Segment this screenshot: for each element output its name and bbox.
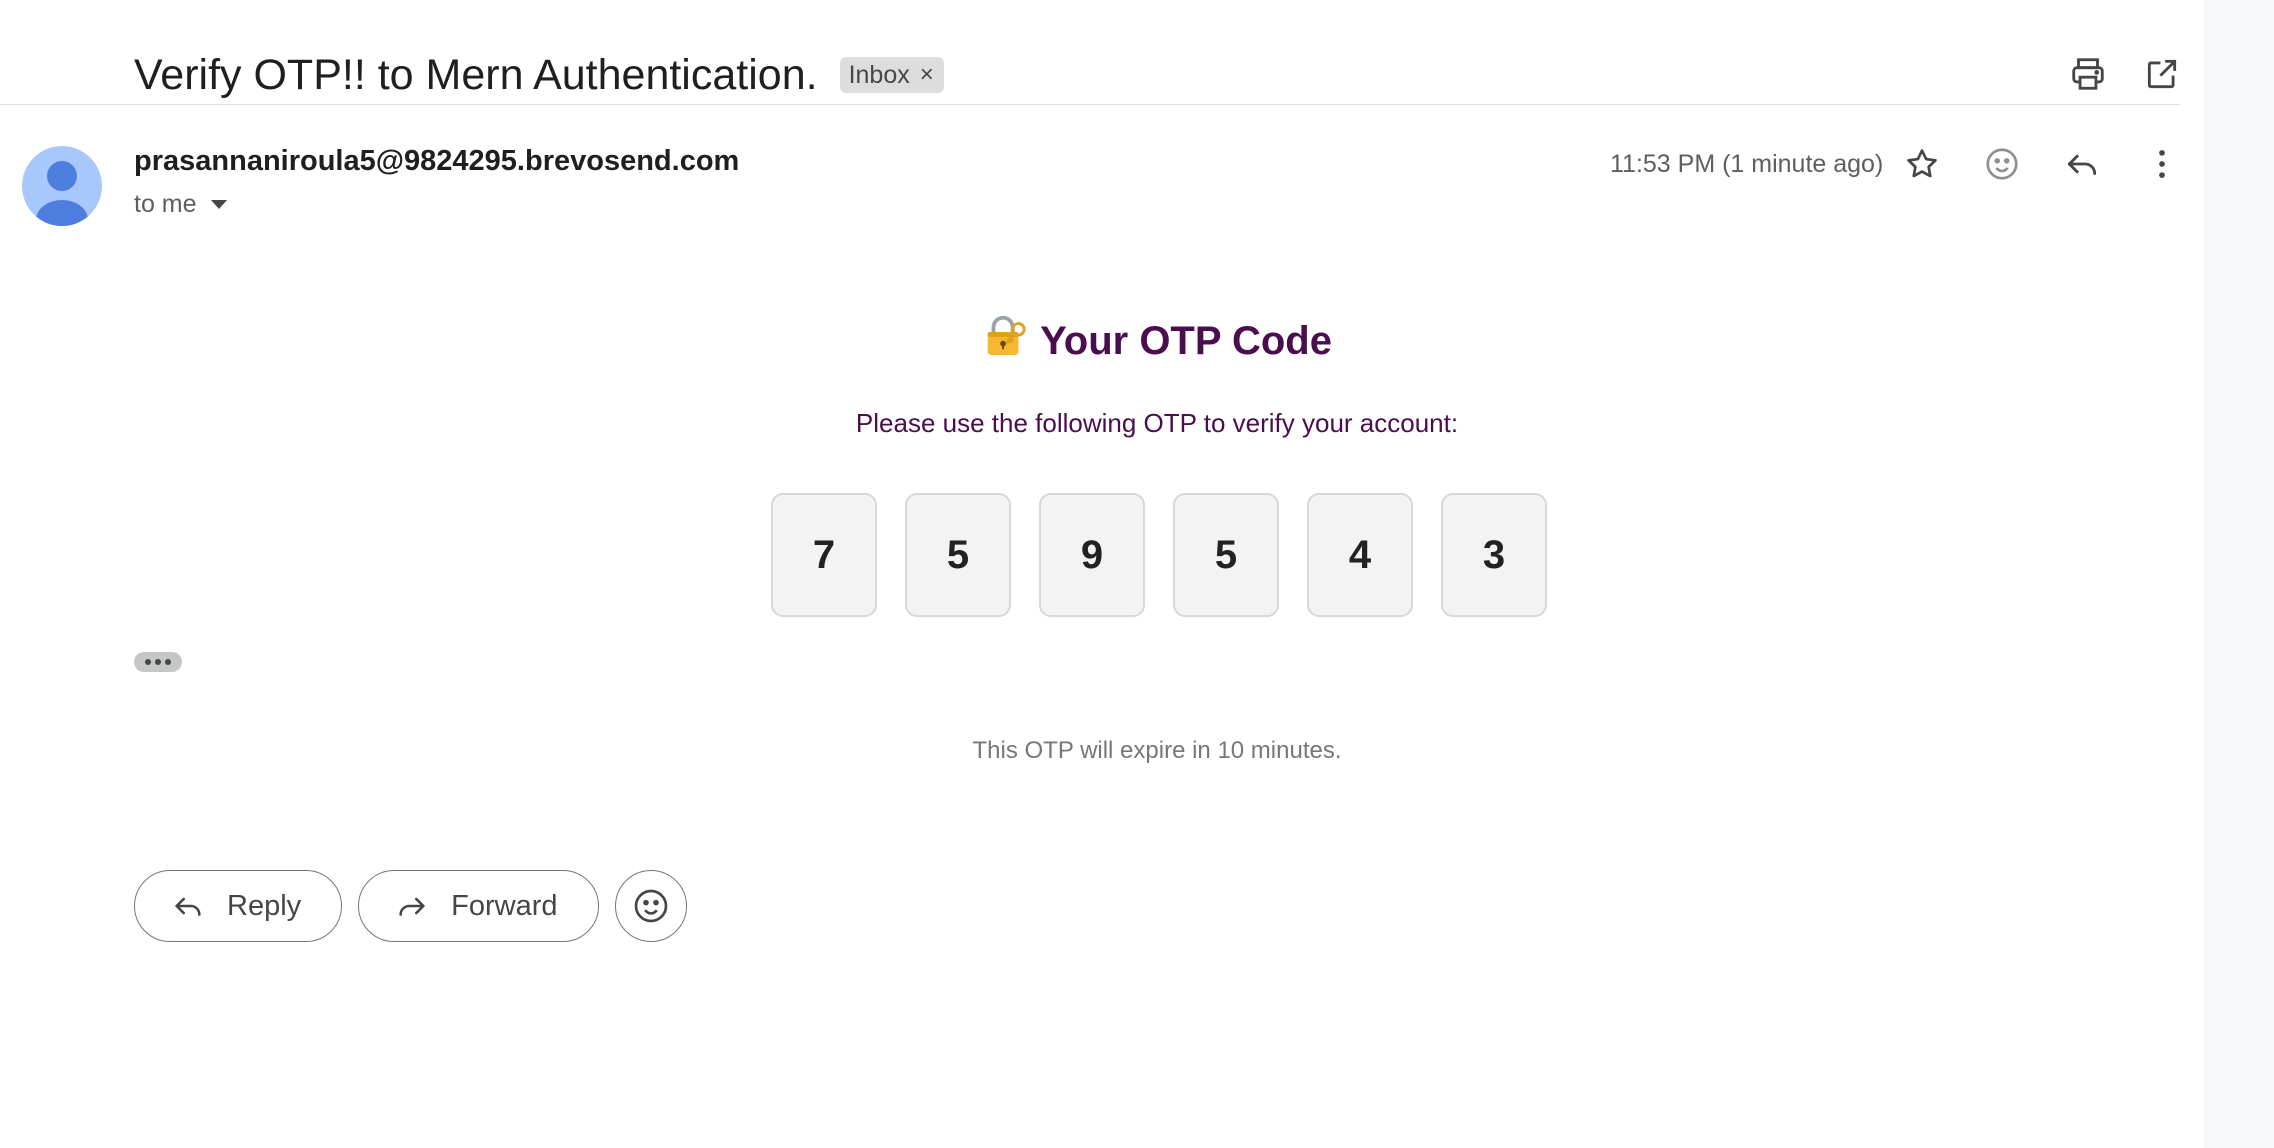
open-in-new-window-icon[interactable]	[2140, 52, 2184, 96]
label-chip-text: Inbox	[848, 60, 910, 89]
otp-digit: 9	[1039, 493, 1145, 617]
forward-button-label: Forward	[451, 889, 558, 922]
otp-heading-text: Your OTP Code	[1040, 319, 1332, 363]
subject-row: Verify OTP!! to Mern Authentication. Inb…	[134, 42, 944, 108]
email-subject: Verify OTP!! to Mern Authentication.	[134, 50, 818, 99]
reply-icon	[175, 897, 201, 916]
chevron-down-icon[interactable]	[210, 200, 227, 209]
otp-digit: 5	[1173, 493, 1279, 617]
header-divider	[0, 104, 2180, 105]
more-vertical-icon[interactable]	[2140, 142, 2184, 186]
print-icon[interactable]	[2066, 52, 2110, 96]
forward-button[interactable]: Forward	[358, 870, 599, 942]
otp-code: 7 5 9 5 4 3	[771, 493, 1547, 617]
remove-label-icon[interactable]: ×	[920, 63, 934, 87]
email-timestamp: 11:53 PM (1 minute ago)	[1610, 150, 1884, 178]
otp-instruction: Please use the following OTP to verify y…	[855, 408, 1459, 438]
emoji-reaction-button[interactable]	[614, 870, 687, 942]
otp-digit: 4	[1307, 493, 1413, 617]
email-view: Verify OTP!! to Mern Authentication. Inb…	[0, 0, 2274, 1148]
reply-button[interactable]: Reply	[134, 870, 343, 942]
header-actions	[2066, 52, 2184, 96]
recipient-line: to me	[134, 190, 197, 218]
otp-digit: 5	[905, 493, 1011, 617]
reply-icon[interactable]	[2060, 142, 2104, 186]
otp-digit: 3	[1441, 493, 1547, 617]
emoji-reaction-icon[interactable]	[1980, 142, 2024, 186]
scroll-gutter	[2204, 0, 2274, 1148]
forward-icon	[399, 897, 425, 916]
star-icon[interactable]	[1900, 142, 1944, 186]
sender-address: prasannaniroula5@9824295.brevosend.com	[134, 145, 740, 177]
otp-digit: 7	[771, 493, 877, 617]
message-actions	[1900, 142, 2184, 186]
sender-avatar[interactable]	[22, 146, 102, 226]
otp-heading: Your OTP Code	[0, 312, 2274, 368]
reply-actions: Reply Forward	[134, 870, 687, 942]
otp-expiry-note: This OTP will expire in 10 minutes.	[972, 737, 1342, 764]
inbox-label-chip[interactable]: Inbox ×	[839, 57, 944, 93]
reply-button-label: Reply	[227, 889, 302, 922]
ellipsis-dot	[155, 659, 161, 665]
ellipsis-dot	[145, 659, 151, 665]
ellipsis-dot	[165, 659, 171, 665]
emoji-icon	[634, 889, 667, 923]
lock-with-key-icon	[982, 312, 1028, 368]
recipient-details-toggle[interactable]: to me	[134, 190, 227, 219]
show-trimmed-content-button[interactable]	[134, 652, 182, 672]
